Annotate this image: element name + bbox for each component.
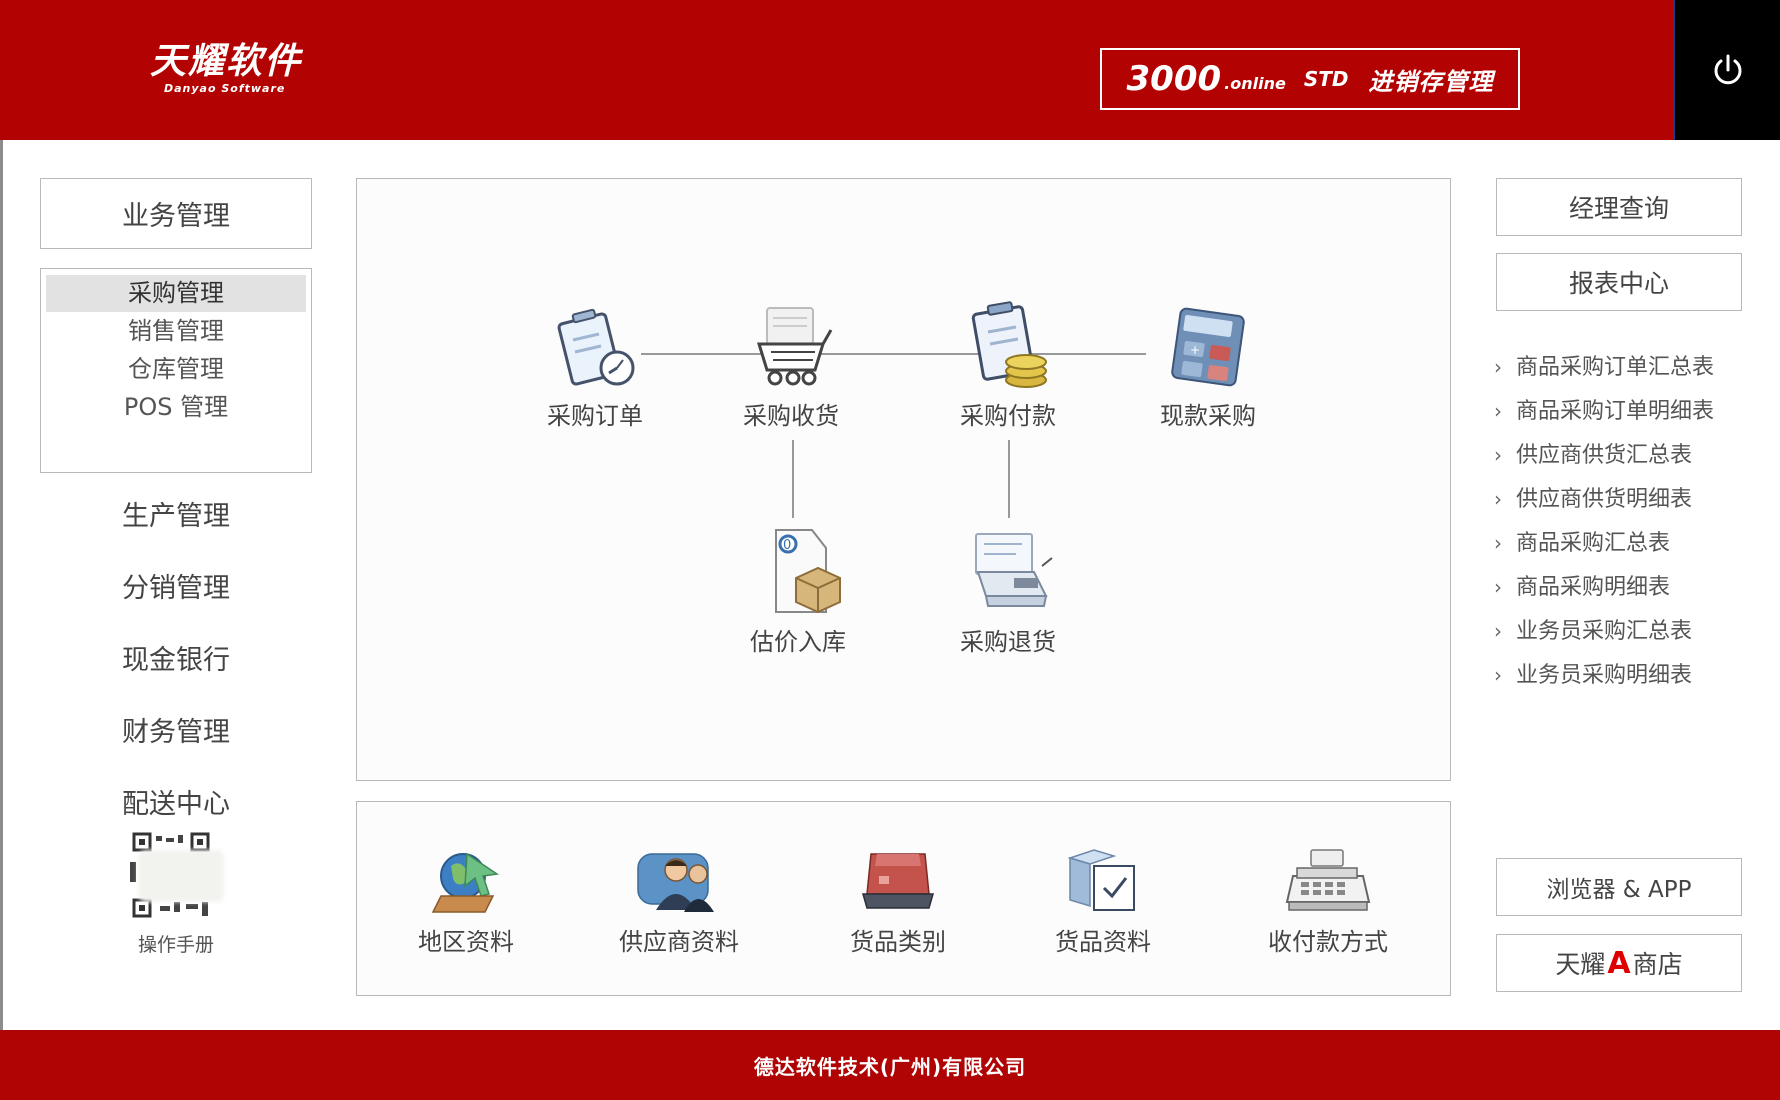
store-button[interactable]: 天耀 A 商店 <box>1496 934 1742 992</box>
purchase-flow-panel <box>356 178 1451 781</box>
tool-supplier-info[interactable]: 供应商资料 <box>599 846 759 957</box>
submenu-item-warehouse[interactable]: 仓库管理 <box>46 351 306 388</box>
chevron-right-icon: › <box>1494 487 1502 511</box>
flow-node-estimate-stock-in[interactable]: 0 估价入库 <box>723 526 873 657</box>
tool-label-supplier: 供应商资料 <box>619 928 739 956</box>
nav-item-finance[interactable]: 财务管理 <box>40 708 312 758</box>
product-number: 3000 <box>1126 59 1222 99</box>
purchase-order-icon <box>557 308 635 386</box>
report-link-purchase-detail[interactable]: › 商品采购明细表 <box>1494 569 1754 601</box>
cash-purchase-icon: + × <box>1171 307 1245 387</box>
nav-item-cash-bank[interactable]: 现金银行 <box>40 636 312 686</box>
product-name: 进销存管理 <box>1368 67 1494 96</box>
store-suffix: 商店 <box>1632 950 1683 979</box>
svg-text:0: 0 <box>783 538 791 553</box>
report-link-supplier-supply-summary[interactable]: › 供应商供货汇总表 <box>1494 437 1754 469</box>
manager-query-button[interactable]: 经理查询 <box>1496 178 1742 236</box>
window-left-border <box>0 140 3 1030</box>
browser-app-button[interactable]: 浏览器 & APP <box>1496 858 1742 916</box>
chevron-right-icon: › <box>1494 399 1502 423</box>
chevron-right-icon: › <box>1494 355 1502 379</box>
flow-connector-receipt-estimate <box>792 440 794 518</box>
tool-label-goods-category: 货品类别 <box>850 928 946 956</box>
tool-label-goods-info: 货品资料 <box>1055 928 1151 956</box>
flow-label-purchase-payment: 采购付款 <box>960 402 1056 430</box>
product-badge: 3000 .online STD 进销存管理 <box>1100 48 1520 110</box>
operation-manual-link[interactable]: 操作手册 <box>40 930 312 957</box>
flow-node-cash-purchase[interactable]: + × 现款采购 <box>1133 300 1283 431</box>
purchase-payment-icon <box>971 301 1047 388</box>
tool-region-info[interactable]: 地区资料 <box>386 846 546 957</box>
logo-subtitle: Danyao Software <box>164 82 286 95</box>
chevron-right-icon: › <box>1494 619 1502 643</box>
submenu-item-pos[interactable]: POS 管理 <box>46 389 306 426</box>
power-button[interactable] <box>1673 0 1780 140</box>
flow-label-cash-purchase: 现款采购 <box>1160 402 1256 430</box>
flow-node-purchase-order[interactable]: 采购订单 <box>520 300 670 431</box>
region-icon <box>431 852 500 913</box>
flow-node-purchase-payment[interactable]: 采购付款 <box>933 300 1083 431</box>
nav-item-distribution[interactable]: 分销管理 <box>40 564 312 614</box>
report-link-salesman-purchase-detail[interactable]: › 业务员采购明细表 <box>1494 657 1754 689</box>
company-name: 德达软件技术(广州)有限公司 <box>753 1054 1027 1079</box>
chevron-right-icon: › <box>1494 531 1502 555</box>
payment-method-icon <box>1285 849 1371 911</box>
report-link-purchase-order-summary[interactable]: › 商品采购订单汇总表 <box>1494 349 1754 381</box>
company-logo: 天耀软件 Danyao Software <box>150 42 320 102</box>
product-edition: STD <box>1303 67 1349 91</box>
tool-goods-info[interactable]: 货品资料 <box>1023 846 1183 957</box>
estimate-stock-in-icon: 0 <box>775 529 841 614</box>
flow-node-purchase-receipt[interactable]: 采购收货 <box>716 300 866 431</box>
product-online: .online <box>1224 73 1286 93</box>
tool-payment-method[interactable]: 收付款方式 <box>1248 846 1408 957</box>
supplier-icon <box>637 853 714 912</box>
report-link-salesman-purchase-summary[interactable]: › 业务员采购汇总表 <box>1494 613 1754 645</box>
business-management-button[interactable]: 业务管理 <box>40 178 312 249</box>
report-link-purchase-summary[interactable]: › 商品采购汇总表 <box>1494 525 1754 557</box>
svg-text:+: + <box>1190 343 1200 357</box>
store-prefix: 天耀 <box>1555 950 1606 979</box>
submenu-item-sales[interactable]: 销售管理 <box>46 313 306 350</box>
nav-item-delivery-center[interactable]: 配送中心 <box>40 780 312 830</box>
flow-label-estimate-stock-in: 估价入库 <box>750 628 846 656</box>
chevron-right-icon: › <box>1494 443 1502 467</box>
report-link-supplier-supply-detail[interactable]: › 供应商供货明细表 <box>1494 481 1754 513</box>
report-link-purchase-order-detail[interactable]: › 商品采购订单明细表 <box>1494 393 1754 425</box>
flow-node-purchase-return[interactable]: 采购退货 <box>933 526 1083 657</box>
top-header: 天耀软件 Danyao Software 3000 .online STD 进销… <box>0 0 1780 140</box>
tool-label-region: 地区资料 <box>418 928 514 956</box>
flow-label-purchase-return: 采购退货 <box>960 628 1056 656</box>
goods-info-icon <box>1067 849 1135 911</box>
submenu-item-purchase[interactable]: 采购管理 <box>46 275 306 312</box>
tool-label-payment-method: 收付款方式 <box>1268 928 1388 956</box>
purchase-receipt-icon <box>756 307 833 386</box>
chevron-right-icon: › <box>1494 575 1502 599</box>
flow-connector-payment-return <box>1008 440 1010 518</box>
logo-title: 天耀软件 <box>150 41 303 82</box>
power-icon <box>1714 54 1741 85</box>
store-a-logo: A <box>1607 945 1631 981</box>
tool-goods-category[interactable]: 货品类别 <box>818 846 978 957</box>
report-center-button[interactable]: 报表中心 <box>1496 253 1742 311</box>
business-submenu: 采购管理 销售管理 仓库管理 POS 管理 <box>40 268 312 473</box>
nav-item-production[interactable]: 生产管理 <box>40 492 312 542</box>
chevron-right-icon: › <box>1494 663 1502 687</box>
flow-label-purchase-receipt: 采购收货 <box>743 402 839 430</box>
qr-code-image <box>130 832 230 932</box>
purchase-return-icon <box>975 533 1053 607</box>
flow-label-purchase-order: 采购订单 <box>547 402 643 430</box>
goods-category-icon <box>862 853 934 909</box>
footer-bar: 德达软件技术(广州)有限公司 <box>0 1030 1780 1100</box>
